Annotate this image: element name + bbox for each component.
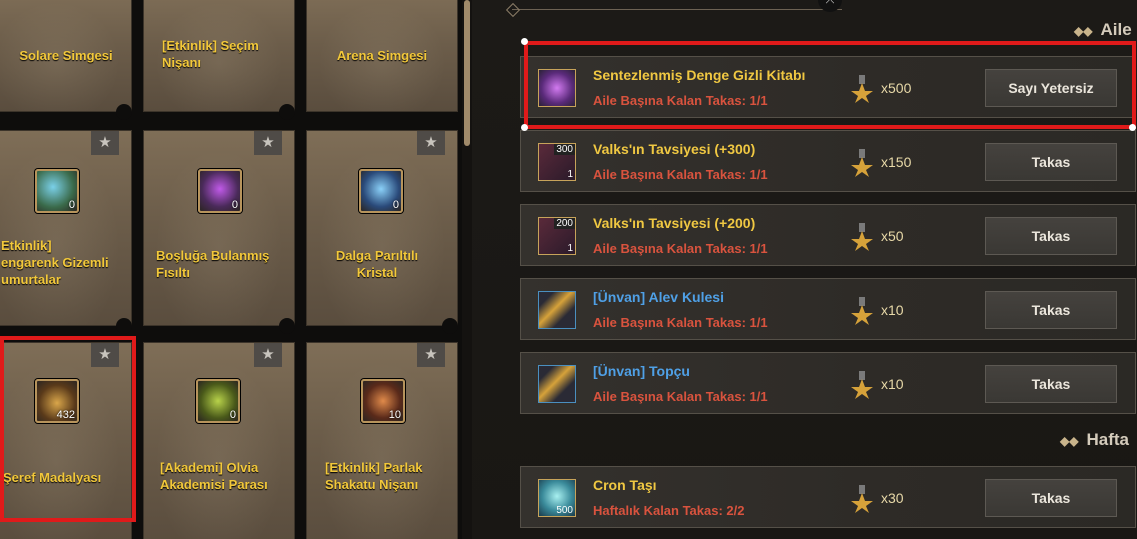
currency-cell-colorful-eggs[interactable]: ★ 0 Etkinlik] engarenk Gizemli umurtalar	[0, 130, 132, 326]
currency-cell-void-whisper[interactable]: ★ 0 Boşluğa Bulanmış Fısıltı	[143, 130, 295, 326]
cell-label: Boşluğa Bulanmış Fısıltı	[156, 248, 270, 280]
item-qty: 1	[567, 169, 573, 180]
item-qty: 1	[567, 243, 573, 254]
cell-label: [Etkinlik] Parlak Shakatu Nişanı	[325, 460, 423, 492]
coin-icon: 0	[196, 379, 240, 423]
favorite-star-icon[interactable]: ★	[254, 343, 282, 367]
item-title: [Ünvan] Alev Kulesi	[593, 289, 724, 305]
item-title: Valks'ın Tavsiyesi (+300)	[593, 141, 756, 157]
exchange-button[interactable]: Takas	[985, 217, 1117, 255]
selected-row-highlight	[524, 41, 1136, 129]
honor-medal-icon	[851, 371, 873, 399]
item-limit: Haftalık Kalan Takas: 2/2	[593, 503, 745, 518]
currency-grid: Solare Simgesi [Etkinlik] Seçim Nişanı A…	[0, 0, 466, 539]
void-box-icon: 0	[198, 169, 242, 213]
egg-icon: 0	[35, 169, 79, 213]
exchange-row: 300 1 Valks'ın Tavsiyesi (+300) Aile Baş…	[520, 130, 1136, 192]
item-qty: 0	[229, 409, 236, 421]
item-cost: x50	[881, 228, 904, 244]
item-qty: 0	[231, 199, 238, 211]
selection-handle[interactable]	[521, 124, 528, 131]
selection-handle[interactable]	[521, 38, 528, 45]
item-limit: Aile Başına Kalan Takas: 1/1	[593, 315, 768, 330]
exchange-row: 200 1 Valks'ın Tavsiyesi (+200) Aile Baş…	[520, 204, 1136, 266]
item-title: [Ünvan] Topçu	[593, 363, 690, 379]
selected-cell-highlight	[0, 336, 136, 522]
section-title: Aile	[1100, 20, 1132, 39]
grid-scroll-thumb[interactable]	[464, 0, 470, 146]
currency-cell-olvia-coin[interactable]: ★ 0 [Akademi] Olvia Akademisi Parası	[143, 342, 295, 539]
scroll-icon[interactable]: 200 1	[538, 217, 576, 255]
exchange-row: 500 Cron Taşı Haftalık Kalan Takas: 2/2 …	[520, 466, 1136, 528]
title-ticket-icon[interactable]	[538, 365, 576, 403]
honor-medal-icon	[851, 223, 873, 251]
cron-stone-icon[interactable]: 500	[538, 479, 576, 517]
cell-label: Arena Simgesi	[336, 48, 428, 63]
grid-corner-ornament	[116, 104, 132, 120]
currency-cell-solare[interactable]: Solare Simgesi	[0, 0, 132, 112]
exchange-row: [Ünvan] Topçu Aile Başına Kalan Takas: 1…	[520, 352, 1136, 414]
item-cost: x150	[881, 154, 912, 170]
cell-label: Etkinlik] engarenk Gizemli umurtalar	[1, 238, 109, 287]
item-badge: 300	[554, 144, 575, 155]
scroll-icon[interactable]: 300 1	[538, 143, 576, 181]
crystal-icon: 0	[359, 169, 403, 213]
favorite-star-icon[interactable]: ★	[254, 131, 282, 155]
diamond-ornament-icon: ◆◆	[1074, 24, 1093, 38]
item-badge: 200	[554, 218, 575, 229]
exchange-button[interactable]: Takas	[985, 365, 1117, 403]
grid-corner-ornament	[279, 104, 295, 120]
divider	[512, 9, 842, 10]
section-title: Hafta	[1086, 430, 1129, 449]
cell-label: Solare Simgesi	[19, 48, 113, 63]
item-qty: 500	[556, 505, 573, 516]
section-header-weekly: ◆◆ Hafta	[1060, 430, 1129, 450]
currency-cell-shakatu-badge[interactable]: ★ 10 [Etkinlik] Parlak Shakatu Nişanı	[306, 342, 458, 539]
selection-handle[interactable]	[1129, 124, 1136, 131]
item-limit: Aile Başına Kalan Takas: 1/1	[593, 167, 768, 182]
cell-label: [Akademi] Olvia Akademisi Parası	[160, 460, 268, 492]
cell-label: Dalga Parıltılı Kristal	[335, 248, 419, 280]
item-limit: Aile Başına Kalan Takas: 1/1	[593, 241, 768, 256]
section-header-family: ◆◆ Aile	[1074, 20, 1132, 40]
honor-medal-icon	[851, 485, 873, 513]
cell-label: [Etkinlik] Seçim Nişanı	[162, 38, 259, 70]
grid-corner-ornament	[116, 318, 132, 334]
item-qty: 0	[68, 199, 75, 211]
grid-corner-ornament	[279, 318, 295, 334]
item-cost: x30	[881, 490, 904, 506]
exchange-row: [Ünvan] Alev Kulesi Aile Başına Kalan Ta…	[520, 278, 1136, 340]
item-cost: x10	[881, 302, 904, 318]
diamond-ornament-icon: ◆◆	[1060, 434, 1079, 448]
exchange-button[interactable]: Takas	[985, 479, 1117, 517]
item-qty: 10	[388, 409, 401, 421]
item-qty: 0	[392, 199, 399, 211]
resize-cursor-icon: ⤫	[818, 0, 842, 12]
favorite-star-icon[interactable]: ★	[417, 131, 445, 155]
title-ticket-icon[interactable]	[538, 291, 576, 329]
honor-medal-icon	[851, 297, 873, 325]
currency-cell-wave-crystal[interactable]: ★ 0 Dalga Parıltılı Kristal	[306, 130, 458, 326]
item-limit: Aile Başına Kalan Takas: 1/1	[593, 389, 768, 404]
item-title: Valks'ın Tavsiyesi (+200)	[593, 215, 756, 231]
item-cost: x10	[881, 376, 904, 392]
badge-icon: 10	[361, 379, 405, 423]
favorite-star-icon[interactable]: ★	[91, 131, 119, 155]
currency-cell-election-badge[interactable]: [Etkinlik] Seçim Nişanı	[143, 0, 295, 112]
item-title: Cron Taşı	[593, 477, 657, 493]
grid-corner-ornament	[442, 318, 458, 334]
honor-medal-icon	[851, 149, 873, 177]
exchange-button[interactable]: Takas	[985, 291, 1117, 329]
favorite-star-icon[interactable]: ★	[417, 343, 445, 367]
divider-diamond-icon	[505, 2, 521, 18]
currency-cell-arena[interactable]: Arena Simgesi	[306, 0, 458, 112]
exchange-list: ⤫ ◆◆ Aile Sentezlenmiş Denge Gizli Kitabı…	[472, 0, 1137, 539]
exchange-button[interactable]: Takas	[985, 143, 1117, 181]
